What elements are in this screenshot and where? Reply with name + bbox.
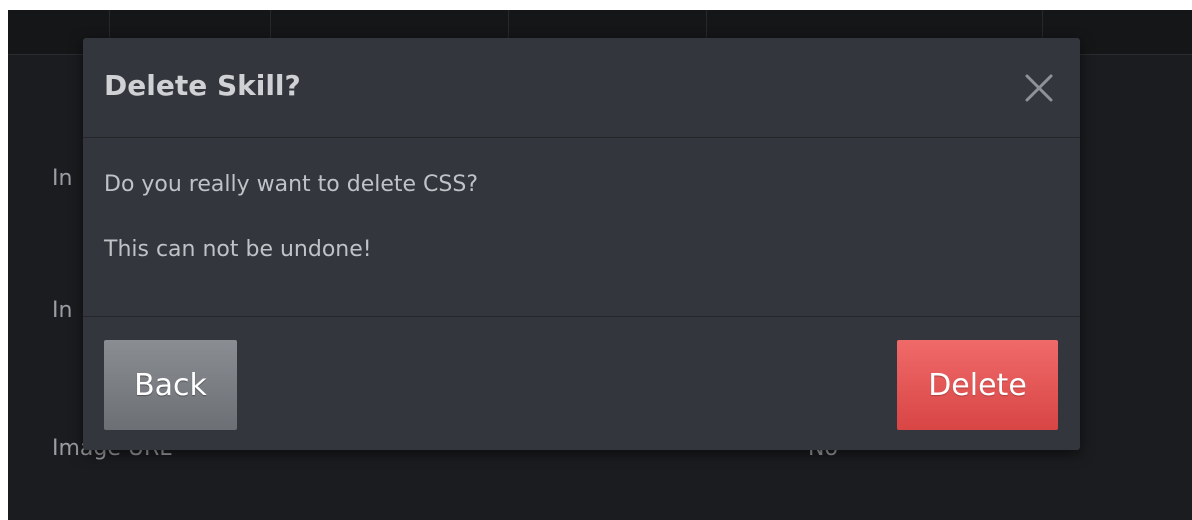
modal-title: Delete Skill? (104, 69, 301, 102)
modal-header: Delete Skill? (83, 38, 1080, 138)
warning-message: This can not be undone! (104, 237, 372, 262)
modal-body: Do you really want to delete CSS? This c… (83, 138, 1080, 317)
background-row-label: In (52, 298, 73, 323)
close-icon (1025, 74, 1053, 102)
back-button[interactable]: Back (104, 340, 237, 430)
delete-button[interactable]: Delete (897, 340, 1058, 430)
background-row-label: In (52, 166, 73, 191)
close-button[interactable] (1019, 68, 1059, 108)
confirm-message: Do you really want to delete CSS? (104, 172, 479, 197)
delete-skill-modal: Delete Skill? Do you really want to dele… (83, 38, 1080, 450)
